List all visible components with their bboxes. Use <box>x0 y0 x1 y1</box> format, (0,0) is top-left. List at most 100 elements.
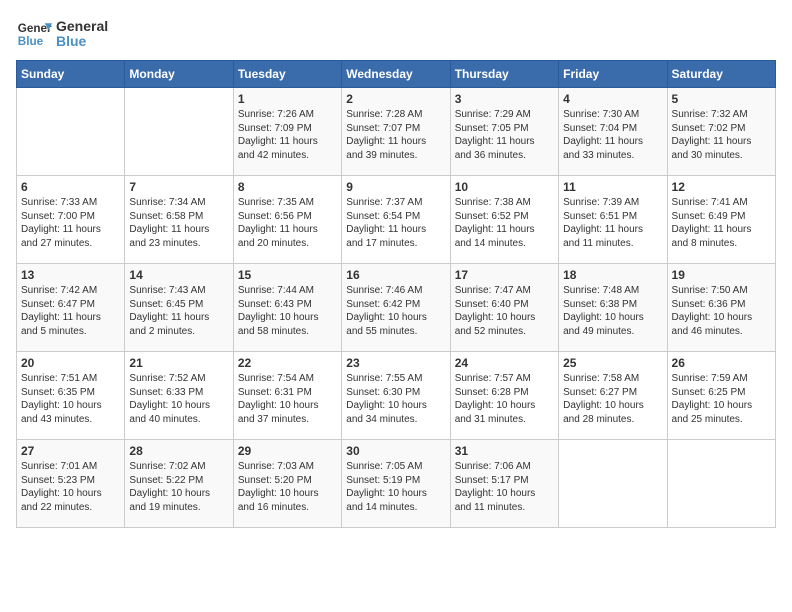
day-info: Sunrise: 7:55 AM Sunset: 6:30 PM Dayligh… <box>346 372 445 426</box>
calendar-cell <box>17 88 125 176</box>
day-number: 29 <box>238 444 337 458</box>
day-number: 22 <box>238 356 337 370</box>
calendar-cell: 15 Sunrise: 7:44 AM Sunset: 6:43 PM Dayli… <box>233 264 341 352</box>
day-info: Sunrise: 7:58 AM Sunset: 6:27 PM Dayligh… <box>563 372 662 426</box>
day-number: 12 <box>672 180 771 194</box>
calendar-cell: 7 Sunrise: 7:34 AM Sunset: 6:58 PM Daylig… <box>125 176 233 264</box>
day-number: 21 <box>129 356 228 370</box>
day-of-week-header: Saturday <box>667 61 775 88</box>
day-number: 18 <box>563 268 662 282</box>
calendar-cell: 24 Sunrise: 7:57 AM Sunset: 6:28 PM Dayli… <box>450 352 558 440</box>
calendar-week-row: 20Sunrise: 7:51 AM Sunset: 6:35 PM Dayli… <box>17 352 776 440</box>
day-info: Sunrise: 7:59 AM Sunset: 6:25 PM Dayligh… <box>672 372 771 426</box>
day-number: 13 <box>21 268 120 282</box>
day-number: 25 <box>563 356 662 370</box>
day-number: 20 <box>21 356 120 370</box>
calendar-cell: 14 Sunrise: 7:43 AM Sunset: 6:45 PM Dayli… <box>125 264 233 352</box>
day-info: Sunrise: 7:05 AM Sunset: 5:19 PM Dayligh… <box>346 460 445 514</box>
calendar-cell: 27 Sunrise: 7:01 AM Sunset: 5:23 PM Dayli… <box>17 440 125 528</box>
calendar-cell: 5Sunrise: 7:32 AM Sunset: 7:02 PM Daylig… <box>667 88 775 176</box>
day-info: Sunrise: 7:35 AM Sunset: 6:56 PM Dayligh… <box>238 196 337 250</box>
day-number: 31 <box>455 444 554 458</box>
day-info: Sunrise: 7:41 AM Sunset: 6:49 PM Dayligh… <box>672 196 771 250</box>
day-info: Sunrise: 7:47 AM Sunset: 6:40 PM Dayligh… <box>455 284 554 338</box>
day-info: Sunrise: 7:29 AM Sunset: 7:05 PM Dayligh… <box>455 108 554 162</box>
day-info: Sunrise: 7:44 AM Sunset: 6:43 PM Dayligh… <box>238 284 337 338</box>
calendar-cell: 29 Sunrise: 7:03 AM Sunset: 5:20 PM Dayli… <box>233 440 341 528</box>
day-info: Sunrise: 7:57 AM Sunset: 6:28 PM Dayligh… <box>455 372 554 426</box>
logo: General Blue General Blue <box>16 16 108 52</box>
day-number: 3 <box>455 92 554 106</box>
day-info: Sunrise: 7:43 AM Sunset: 6:45 PM Dayligh… <box>129 284 228 338</box>
day-number: 7 <box>129 180 228 194</box>
day-of-week-header: Wednesday <box>342 61 450 88</box>
calendar-cell: 4Sunrise: 7:30 AM Sunset: 7:04 PM Daylig… <box>559 88 667 176</box>
day-number: 16 <box>346 268 445 282</box>
calendar-week-row: 6 Sunrise: 7:33 AM Sunset: 7:00 PM Daylig… <box>17 176 776 264</box>
day-number: 27 <box>21 444 120 458</box>
day-info: Sunrise: 7:39 AM Sunset: 6:51 PM Dayligh… <box>563 196 662 250</box>
svg-text:Blue: Blue <box>18 35 44 48</box>
calendar-cell: 19 Sunrise: 7:50 AM Sunset: 6:36 PM Dayli… <box>667 264 775 352</box>
calendar-cell: 12 Sunrise: 7:41 AM Sunset: 6:49 PM Dayli… <box>667 176 775 264</box>
day-info: Sunrise: 7:30 AM Sunset: 7:04 PM Dayligh… <box>563 108 662 162</box>
day-info: Sunrise: 7:54 AM Sunset: 6:31 PM Dayligh… <box>238 372 337 426</box>
calendar-cell: 3 Sunrise: 7:29 AM Sunset: 7:05 PM Daylig… <box>450 88 558 176</box>
day-info: Sunrise: 7:50 AM Sunset: 6:36 PM Dayligh… <box>672 284 771 338</box>
logo-icon: General Blue <box>16 16 52 52</box>
day-number: 17 <box>455 268 554 282</box>
day-number: 24 <box>455 356 554 370</box>
calendar-header-row: SundayMondayTuesdayWednesdayThursdayFrid… <box>17 61 776 88</box>
day-number: 6 <box>21 180 120 194</box>
day-number: 28 <box>129 444 228 458</box>
day-number: 5 <box>672 92 771 106</box>
day-number: 9 <box>346 180 445 194</box>
day-info: Sunrise: 7:06 AM Sunset: 5:17 PM Dayligh… <box>455 460 554 514</box>
day-info: Sunrise: 7:34 AM Sunset: 6:58 PM Dayligh… <box>129 196 228 250</box>
day-info: Sunrise: 7:28 AM Sunset: 7:07 PM Dayligh… <box>346 108 445 162</box>
day-of-week-header: Sunday <box>17 61 125 88</box>
calendar-cell: 25 Sunrise: 7:58 AM Sunset: 6:27 PM Dayli… <box>559 352 667 440</box>
calendar-cell: 2 Sunrise: 7:28 AM Sunset: 7:07 PM Daylig… <box>342 88 450 176</box>
day-number: 19 <box>672 268 771 282</box>
day-info: Sunrise: 7:02 AM Sunset: 5:22 PM Dayligh… <box>129 460 228 514</box>
day-number: 2 <box>346 92 445 106</box>
day-info: Sunrise: 7:37 AM Sunset: 6:54 PM Dayligh… <box>346 196 445 250</box>
calendar-cell: 9 Sunrise: 7:37 AM Sunset: 6:54 PM Daylig… <box>342 176 450 264</box>
calendar-cell: 16 Sunrise: 7:46 AM Sunset: 6:42 PM Dayli… <box>342 264 450 352</box>
day-info: Sunrise: 7:38 AM Sunset: 6:52 PM Dayligh… <box>455 196 554 250</box>
day-number: 1 <box>238 92 337 106</box>
day-of-week-header: Friday <box>559 61 667 88</box>
calendar-cell: 23Sunrise: 7:55 AM Sunset: 6:30 PM Dayli… <box>342 352 450 440</box>
day-info: Sunrise: 7:42 AM Sunset: 6:47 PM Dayligh… <box>21 284 120 338</box>
calendar-cell: 30 Sunrise: 7:05 AM Sunset: 5:19 PM Dayli… <box>342 440 450 528</box>
day-number: 15 <box>238 268 337 282</box>
day-info: Sunrise: 7:48 AM Sunset: 6:38 PM Dayligh… <box>563 284 662 338</box>
calendar-cell: 20Sunrise: 7:51 AM Sunset: 6:35 PM Dayli… <box>17 352 125 440</box>
day-info: Sunrise: 7:46 AM Sunset: 6:42 PM Dayligh… <box>346 284 445 338</box>
calendar-table: SundayMondayTuesdayWednesdayThursdayFrid… <box>16 60 776 528</box>
day-info: Sunrise: 7:26 AM Sunset: 7:09 PM Dayligh… <box>238 108 337 162</box>
day-info: Sunrise: 7:03 AM Sunset: 5:20 PM Dayligh… <box>238 460 337 514</box>
day-of-week-header: Monday <box>125 61 233 88</box>
day-info: Sunrise: 7:33 AM Sunset: 7:00 PM Dayligh… <box>21 196 120 250</box>
day-number: 11 <box>563 180 662 194</box>
calendar-cell: 8Sunrise: 7:35 AM Sunset: 6:56 PM Daylig… <box>233 176 341 264</box>
calendar-week-row: 27 Sunrise: 7:01 AM Sunset: 5:23 PM Dayli… <box>17 440 776 528</box>
calendar-cell <box>559 440 667 528</box>
logo-general: General <box>56 19 108 34</box>
calendar-cell: 6 Sunrise: 7:33 AM Sunset: 7:00 PM Daylig… <box>17 176 125 264</box>
calendar-cell: 10Sunrise: 7:38 AM Sunset: 6:52 PM Dayli… <box>450 176 558 264</box>
day-number: 26 <box>672 356 771 370</box>
calendar-cell: 11 Sunrise: 7:39 AM Sunset: 6:51 PM Dayli… <box>559 176 667 264</box>
calendar-week-row: 13 Sunrise: 7:42 AM Sunset: 6:47 PM Dayli… <box>17 264 776 352</box>
calendar-cell: 26 Sunrise: 7:59 AM Sunset: 6:25 PM Dayli… <box>667 352 775 440</box>
page-header: General Blue General Blue <box>16 16 776 52</box>
calendar-cell <box>667 440 775 528</box>
day-info: Sunrise: 7:01 AM Sunset: 5:23 PM Dayligh… <box>21 460 120 514</box>
calendar-cell: 31 Sunrise: 7:06 AM Sunset: 5:17 PM Dayli… <box>450 440 558 528</box>
day-number: 30 <box>346 444 445 458</box>
day-of-week-header: Thursday <box>450 61 558 88</box>
calendar-cell: 21Sunrise: 7:52 AM Sunset: 6:33 PM Dayli… <box>125 352 233 440</box>
day-number: 14 <box>129 268 228 282</box>
